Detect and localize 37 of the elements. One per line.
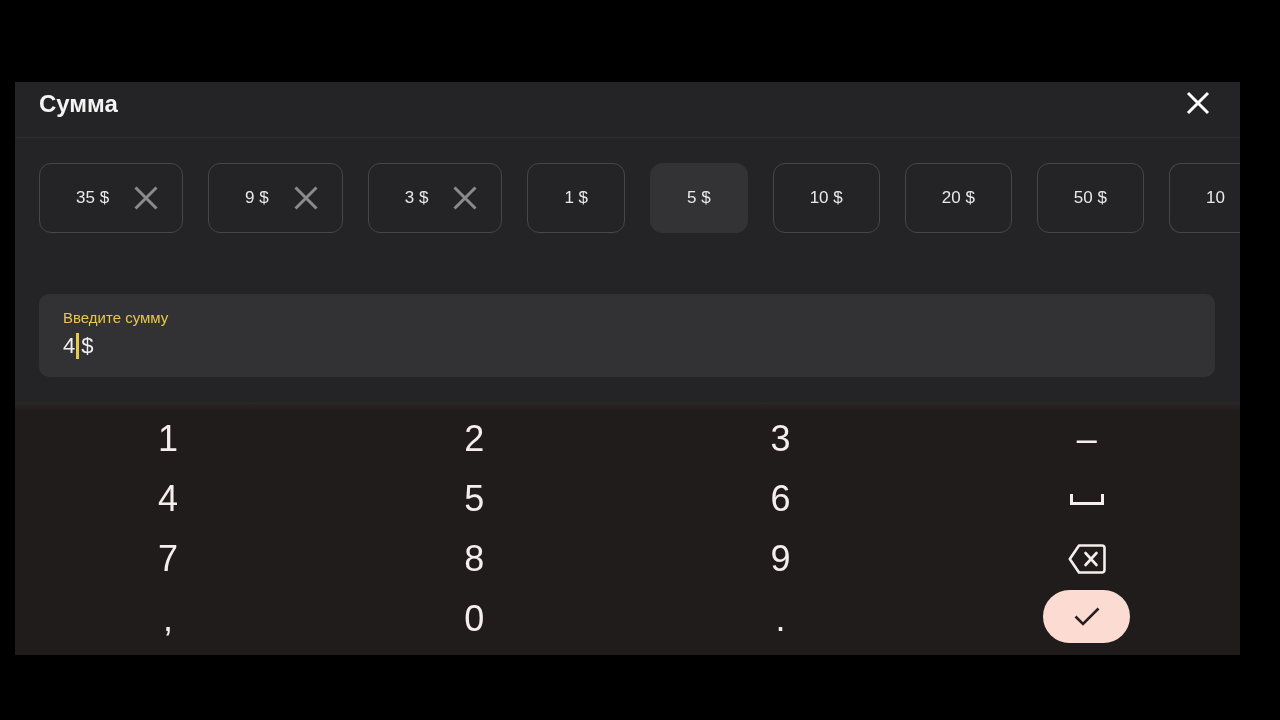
check-icon xyxy=(1073,607,1100,626)
space-bar-icon xyxy=(1069,493,1104,505)
amount-chip[interactable]: 1 $ xyxy=(527,163,625,233)
close-icon[interactable] xyxy=(453,186,478,210)
amount-chip[interactable]: 5 $ xyxy=(650,163,748,233)
close-button[interactable] xyxy=(1186,91,1210,115)
amount-chip[interactable]: 35 $ xyxy=(39,163,184,233)
field-label: Введите сумму xyxy=(63,309,169,327)
keypad-key[interactable]: 0 xyxy=(454,593,495,645)
done-button[interactable] xyxy=(1043,590,1131,643)
amount-chip[interactable]: 10 $ xyxy=(772,163,880,233)
amount-chip[interactable]: 3 $ xyxy=(367,163,503,233)
currency-suffix: $ xyxy=(81,333,94,359)
dialog-title: Сумма xyxy=(39,89,118,119)
keypad-key[interactable]: 1 xyxy=(148,413,189,465)
keypad-key[interactable]: 6 xyxy=(760,473,801,525)
amount-field[interactable]: Введите сумму 4 $ xyxy=(39,294,1215,377)
close-icon[interactable] xyxy=(134,186,159,210)
keypad-key[interactable]: 9 xyxy=(760,533,801,585)
amount-chip[interactable]: 10 xyxy=(1168,163,1240,233)
keypad-key[interactable]: 7 xyxy=(148,533,189,585)
close-icon[interactable] xyxy=(293,186,318,210)
keypad-key[interactable]: 2 xyxy=(454,413,495,465)
keypad-key[interactable]: 5 xyxy=(454,473,495,525)
backspace-icon xyxy=(1067,544,1106,574)
amount-chip[interactable]: 20 $ xyxy=(904,163,1012,233)
field-value: 4 xyxy=(63,333,76,359)
keypad-key[interactable]: – xyxy=(1066,413,1107,465)
amount-chip[interactable]: 9 $ xyxy=(208,163,343,233)
keypad-key[interactable]: 3 xyxy=(760,413,801,465)
keypad-key[interactable]: 4 xyxy=(148,473,189,525)
keypad-key[interactable]: , xyxy=(153,593,184,645)
amount-chip[interactable]: 50 $ xyxy=(1036,163,1144,233)
keypad-key[interactable]: 8 xyxy=(454,533,495,585)
keypad-key[interactable]: . xyxy=(765,593,796,645)
close-icon xyxy=(1186,91,1210,115)
text-cursor-icon xyxy=(76,333,80,359)
